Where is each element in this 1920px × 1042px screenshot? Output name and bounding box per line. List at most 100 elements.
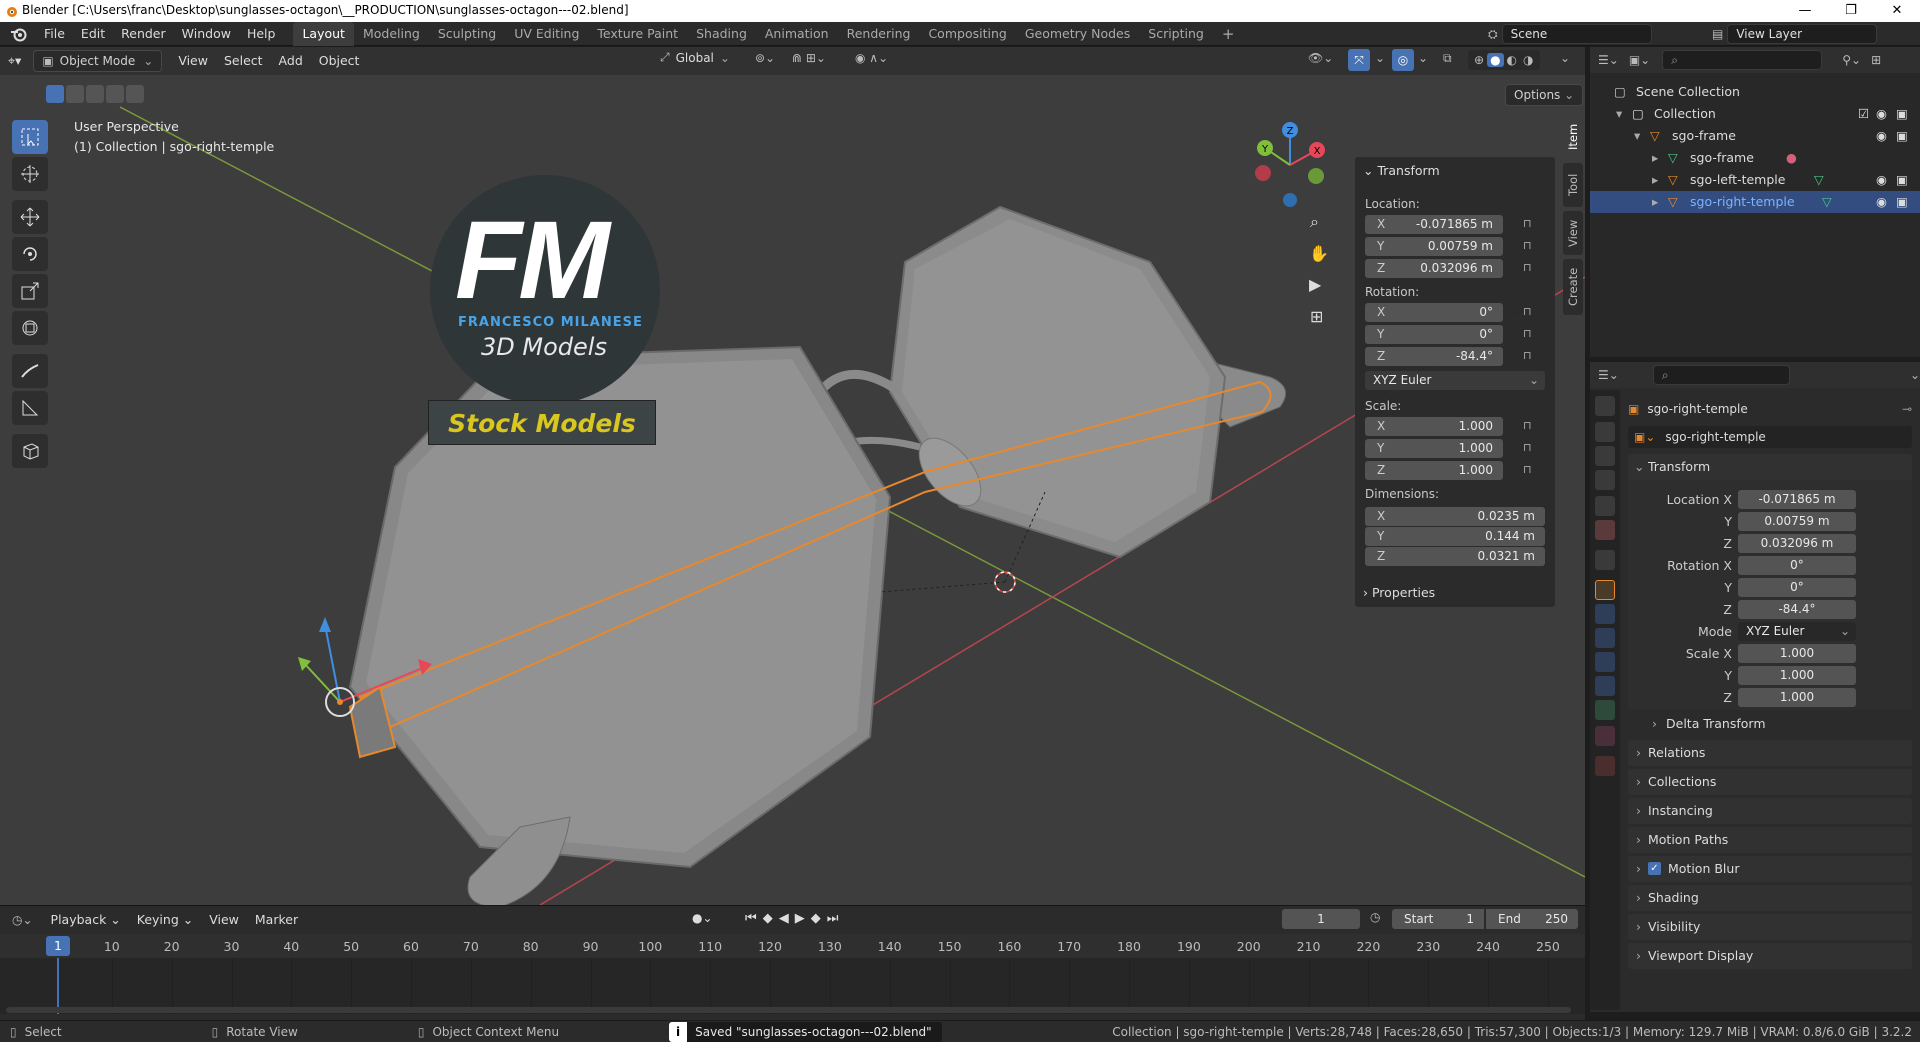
timeline-menu-marker[interactable]: Marker xyxy=(247,909,306,931)
tool-cursor[interactable] xyxy=(12,157,48,191)
blender-menu-icon[interactable] xyxy=(10,26,28,42)
dimension-y-field[interactable]: Y 0.144 m xyxy=(1365,527,1545,546)
ortho-grid-icon[interactable]: ⊞ xyxy=(1310,307,1323,326)
object-properties-icon[interactable] xyxy=(1595,580,1615,600)
gizmo-toggle-icon[interactable]: ⤧ xyxy=(1348,49,1370,71)
play-icon[interactable]: ▶ xyxy=(792,911,808,926)
gizmo-dropdown-icon[interactable]: ⌄ xyxy=(1375,51,1385,65)
snap-icon[interactable]: ⋒ ⊞⌄ xyxy=(792,51,826,65)
view-layer-name-field[interactable]: View Layer xyxy=(1727,24,1878,44)
properties-search-input[interactable]: ⌕ xyxy=(1652,365,1790,385)
new-collection-icon[interactable]: ⊞ xyxy=(1871,53,1881,67)
collections-section[interactable]: Collections xyxy=(1628,769,1912,795)
tab-sculpting[interactable]: Sculpting xyxy=(429,22,505,46)
pan-hand-icon[interactable]: ✋ xyxy=(1309,244,1329,263)
tool-move[interactable] xyxy=(12,200,48,234)
lock-icon[interactable]: ⊓ xyxy=(1523,217,1537,231)
location-y-field[interactable]: Y 0.00759 m xyxy=(1365,237,1503,256)
checkbox-icon[interactable]: ☑ xyxy=(1858,103,1869,125)
viewport-menu-object[interactable]: Object xyxy=(311,50,368,72)
outliner-item-sgo-right-temple[interactable]: ▸ ▽ sgo-right-temple ▽ ◉ ▣ xyxy=(1590,191,1920,213)
properties-editor-icon[interactable]: ☰⌄ xyxy=(1598,368,1619,382)
gizmo-neg-x-ball[interactable] xyxy=(1255,165,1271,181)
record-button[interactable]: ●⌄ xyxy=(692,911,713,925)
object-datablock-field[interactable]: ▣⌄ sgo-right-temple xyxy=(1628,426,1912,448)
outliner-item-sgo-frame-mesh[interactable]: ▸ ▽ sgo-frame ● xyxy=(1590,147,1920,169)
scale-x-field[interactable]: X 1.000 xyxy=(1365,417,1503,436)
sidebar-tab-view[interactable]: View xyxy=(1563,211,1583,255)
camera-icon[interactable]: ▣ xyxy=(1896,103,1908,125)
tool-measure[interactable] xyxy=(12,391,48,425)
tool-rotate[interactable] xyxy=(12,237,48,271)
timeline-keyframe-area[interactable] xyxy=(0,958,1585,1014)
jump-end-icon[interactable]: ⏭ xyxy=(824,911,842,926)
rotation-mode-dropdown[interactable]: XYZ Euler ⌄ xyxy=(1365,371,1545,390)
material-shading-icon[interactable]: ◐ xyxy=(1504,53,1520,67)
rendered-shading-icon[interactable]: ◑ xyxy=(1520,53,1536,67)
motion-blur-section[interactable]: ✓ Motion Blur xyxy=(1628,856,1912,882)
transform-section-header[interactable]: ⌄ Transform xyxy=(1628,454,1912,480)
tool-add-cube[interactable] xyxy=(12,434,48,468)
start-frame-field[interactable]: Start 1 xyxy=(1392,909,1484,929)
close-button[interactable]: ✕ xyxy=(1874,0,1920,22)
visibility-icon[interactable]: 👁⌄ xyxy=(1308,51,1333,65)
prop-rotation-z[interactable]: -84.4° xyxy=(1738,600,1856,619)
expand-arrow-icon[interactable]: ▾ xyxy=(1634,125,1640,147)
overlay-toggle-icon[interactable]: ◎ xyxy=(1392,49,1414,71)
tab-rendering[interactable]: Rendering xyxy=(838,22,920,46)
render-properties-icon[interactable] xyxy=(1595,422,1615,442)
lock-icon[interactable]: ⊓ xyxy=(1523,305,1537,319)
playhead-line[interactable] xyxy=(57,958,59,1014)
shading-section[interactable]: Shading xyxy=(1628,885,1912,911)
wireframe-shading-icon[interactable]: ⊕ xyxy=(1471,53,1487,67)
prop-location-z[interactable]: 0.032096 m xyxy=(1738,534,1856,553)
tab-uv-editing[interactable]: UV Editing xyxy=(505,22,588,46)
add-workspace-button[interactable]: + xyxy=(1213,22,1244,46)
menu-window[interactable]: Window xyxy=(174,22,239,46)
modifier-properties-icon[interactable] xyxy=(1595,604,1615,624)
constraint-properties-icon[interactable] xyxy=(1595,676,1615,696)
proportional-edit-icon[interactable]: ◉ ∧⌄ xyxy=(855,51,888,65)
display-mode-icon[interactable]: ▣⌄ xyxy=(1629,53,1650,67)
tool-annotate[interactable] xyxy=(12,354,48,388)
outliner-item-sgo-left-temple[interactable]: ▸ ▽ sgo-left-temple ▽ ◉ ▣ xyxy=(1590,169,1920,191)
expand-arrow-icon[interactable]: ▸ xyxy=(1652,169,1658,191)
scene-selector[interactable]: ⛭ Scene xyxy=(1488,24,1652,44)
dimension-z-field[interactable]: Z 0.0321 m xyxy=(1365,547,1545,566)
end-frame-field[interactable]: End 250 xyxy=(1486,909,1578,929)
tab-scripting[interactable]: Scripting xyxy=(1139,22,1213,46)
viewport-menu-add[interactable]: Add xyxy=(271,50,311,72)
menu-file[interactable]: File xyxy=(36,22,73,46)
rotation-y-field[interactable]: Y 0° xyxy=(1365,325,1503,344)
lock-icon[interactable]: ⊓ xyxy=(1523,239,1537,253)
lock-icon[interactable]: ⊓ xyxy=(1523,419,1537,433)
location-x-field[interactable]: X -0.071865 m xyxy=(1365,215,1503,234)
outliner-collection[interactable]: ▾ ▢ Collection ☑ ◉ ▣ xyxy=(1590,103,1920,125)
npanel-transform-header[interactable]: ⌄ Transform xyxy=(1363,163,1440,178)
delta-transform-section[interactable]: › Delta Transform xyxy=(1648,712,1910,736)
material-properties-icon[interactable] xyxy=(1595,726,1615,746)
timeline-editor-icon[interactable]: ◷⌄ xyxy=(12,913,33,927)
prop-location-y[interactable]: 0.00759 m xyxy=(1738,512,1856,531)
tool-transform[interactable] xyxy=(12,311,48,345)
outliner-item-sgo-frame[interactable]: ▾ ▽ sgo-frame ◉ ▣ xyxy=(1590,125,1920,147)
zoom-icon[interactable]: ⌕ xyxy=(1310,212,1319,232)
timeline-scrollbar[interactable] xyxy=(6,1007,1571,1013)
particle-properties-icon[interactable] xyxy=(1595,628,1615,648)
lock-icon[interactable]: ⊓ xyxy=(1523,463,1537,477)
sidebar-tab-create[interactable]: Create xyxy=(1563,259,1583,315)
tab-modeling[interactable]: Modeling xyxy=(354,22,429,46)
expand-arrow-icon[interactable]: ▾ xyxy=(1616,103,1622,125)
tab-texture-paint[interactable]: Texture Paint xyxy=(588,22,687,46)
sidebar-tab-item[interactable]: Item xyxy=(1563,115,1583,159)
tool-scale[interactable] xyxy=(12,274,48,308)
jump-keyframe-forward-icon[interactable]: ◆ xyxy=(808,911,824,926)
mode-dropdown[interactable]: ▣ Object Mode ⌄ xyxy=(33,50,163,72)
camera-icon[interactable]: ▣ xyxy=(1896,125,1908,147)
viewport-display-section[interactable]: Viewport Display xyxy=(1628,943,1912,969)
rotation-x-field[interactable]: X 0° xyxy=(1365,303,1503,322)
prop-rotation-x[interactable]: 0° xyxy=(1738,556,1856,575)
minimize-button[interactable]: — xyxy=(1782,0,1828,22)
npanel-properties-header[interactable]: › Properties xyxy=(1363,585,1435,600)
select-intersect-icon[interactable] xyxy=(126,85,144,103)
